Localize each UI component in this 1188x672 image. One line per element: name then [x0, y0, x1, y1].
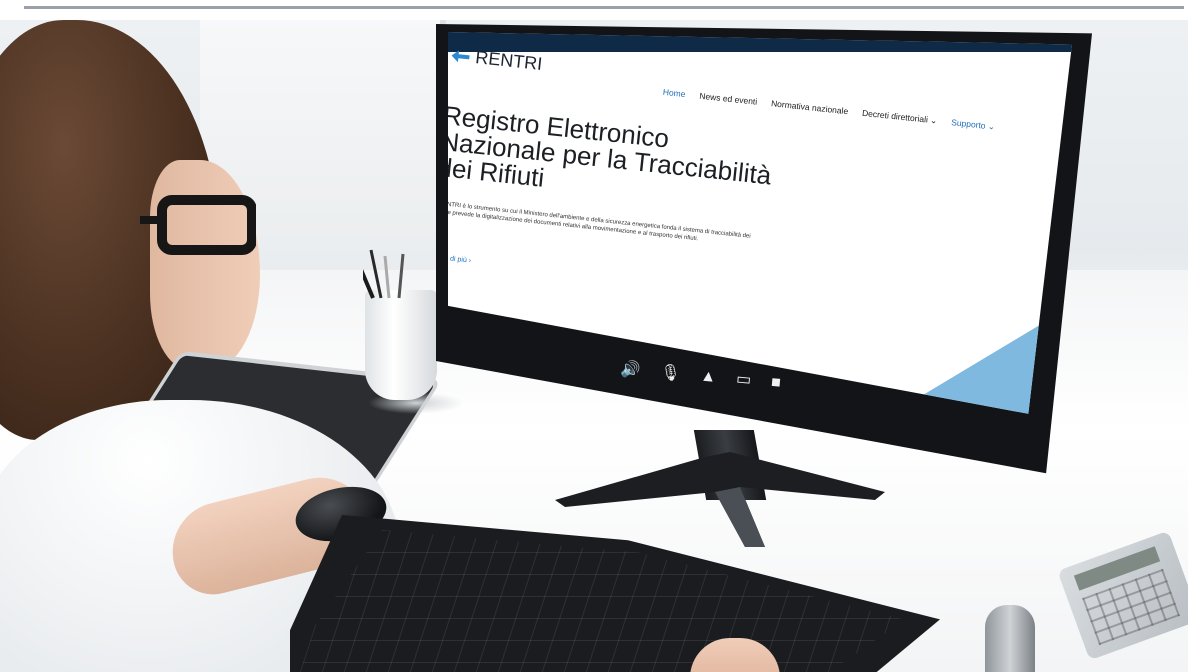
- top-divider: [24, 6, 1184, 9]
- nav-decreti[interactable]: Decreti direttoriali ⌄: [861, 108, 938, 127]
- pen-cup: [363, 249, 437, 400]
- speaker-icon[interactable]: 🔊: [620, 361, 641, 380]
- microphone-icon[interactable]: 🎙: [660, 364, 682, 383]
- monitor-stand-base: [555, 452, 885, 547]
- rentri-logo-icon: [451, 49, 470, 62]
- nav-home[interactable]: Home: [662, 87, 686, 100]
- pens-icon: [363, 249, 405, 299]
- nav-normativa[interactable]: Normativa nazionale: [771, 98, 849, 117]
- monitor-icon[interactable]: ▭: [735, 371, 752, 389]
- stapler: [985, 605, 1035, 672]
- rentri-logo[interactable]: RENTRI: [451, 45, 544, 75]
- nav-supporto[interactable]: Supporto ⌄: [951, 117, 996, 133]
- photo-scene: RENTRI Home News ed eventi Normativa naz…: [0, 20, 1188, 672]
- logo-text: RENTRI: [474, 47, 544, 74]
- learn-more-link[interactable]: Scopri di più ›: [448, 253, 471, 264]
- hero-title: Registro Elettronico Nazionale per la Tr…: [448, 100, 823, 219]
- user-icon[interactable]: ▲: [700, 368, 717, 386]
- glasses-icon: [140, 195, 256, 255]
- nav-news[interactable]: News ed eventi: [699, 91, 758, 108]
- site-nav: Home News ed eventi Normativa nazionale …: [662, 87, 995, 133]
- video-camera-icon[interactable]: ■: [770, 374, 781, 392]
